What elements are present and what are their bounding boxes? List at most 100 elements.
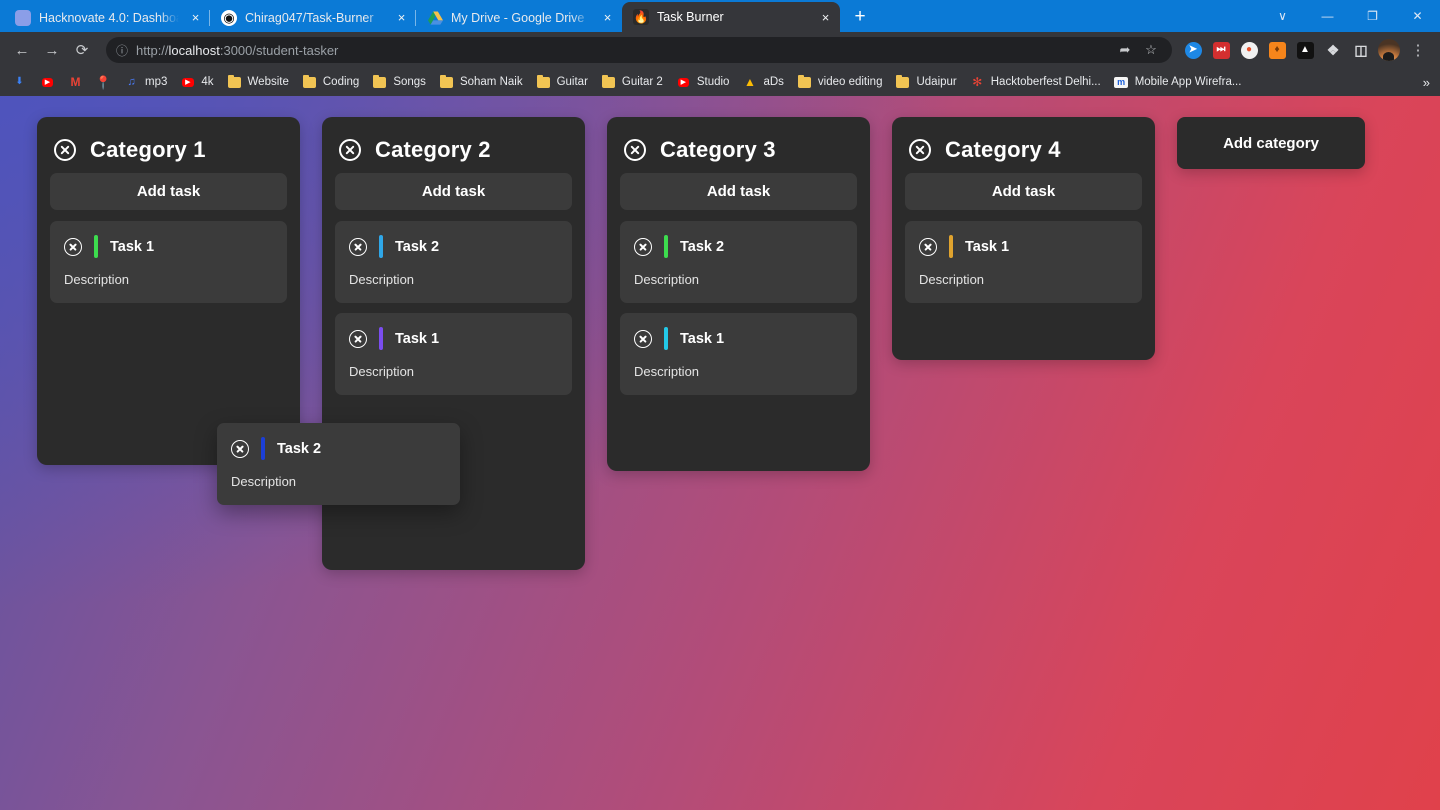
fast-forward-extension-icon[interactable]: ⏭ [1208,37,1234,63]
bookmark-mobile-app-wireframe[interactable]: m Mobile App Wirefra... [1108,72,1248,93]
bookmark-guitar-2[interactable]: Guitar 2 [595,72,669,93]
bookmark-songs[interactable]: Songs [366,72,432,93]
task-card[interactable]: Task 1 Description [620,313,857,395]
task-accent-bar [94,235,98,258]
close-circle-icon[interactable] [634,329,652,348]
task-title: Task 1 [395,330,440,347]
tab-close-button[interactable]: × [187,9,204,26]
metamask-extension-icon[interactable]: ♦ [1264,37,1290,63]
reload-icon[interactable]: ⟳ [68,36,96,64]
bookmark-studio[interactable]: ▶ Studio [670,72,736,93]
folder-icon [302,74,317,90]
close-circle-icon[interactable] [919,237,937,256]
task-title: Task 1 [110,238,155,255]
bookmark-soham-naik[interactable]: Soham Naik [433,72,529,93]
bookmarks-bar: ⬇ ▶ M 📍 ♫ mp3 ▶ 4k Website Coding Songs … [0,68,1440,96]
address-bar[interactable]: ⓘ http://localhost:3000/student-tasker ➦… [106,37,1172,63]
minimize-button[interactable]: — [1305,0,1350,32]
task-accent-bar [949,235,953,258]
bookmark-label: Studio [696,76,730,88]
tab-close-button[interactable]: × [599,9,616,26]
category-title: Category 1 [90,137,206,162]
task-accent-bar [379,327,383,350]
bookmarks-overflow-button[interactable]: » [1417,73,1436,92]
add-task-button[interactable]: Add task [905,173,1142,210]
messenger-extension-icon[interactable]: ➤ [1180,37,1206,63]
task-card[interactable]: Task 2 Description [335,221,572,303]
avatar[interactable] [1376,37,1402,63]
bookmark-mp3[interactable]: ♫ mp3 [118,72,173,93]
add-task-button[interactable]: Add task [335,173,572,210]
tab-close-button[interactable]: × [817,9,834,26]
triangle-extension-icon[interactable]: ▲ [1292,37,1318,63]
category-header: Category 1 [50,131,287,173]
close-circle-icon[interactable] [349,329,367,348]
add-task-button[interactable]: Add task [50,173,287,210]
category-column-1[interactable]: Category 1 Add task Task 1 Description [37,117,300,465]
bookmark-coding[interactable]: Coding [296,72,365,93]
extensions-puzzle-icon[interactable]: ❖ [1320,37,1346,63]
tab-close-button[interactable]: × [393,9,410,26]
add-task-button[interactable]: Add task [620,173,857,210]
back-icon[interactable]: ← [8,36,36,64]
bookmark-video-editing[interactable]: video editing [791,72,889,93]
browser-tab-3[interactable]: My Drive - Google Drive × [415,3,622,32]
tab-title: Task Burner [657,10,724,24]
task-title: Task 1 [680,330,725,347]
task-list: Task 1 Description [50,221,287,303]
bookmark-youtube[interactable]: ▶ [34,72,61,93]
tab-search-button[interactable]: ∨ [1260,0,1305,32]
category-header: Category 4 [905,131,1142,173]
bookmark-4k[interactable]: ▶ 4k [174,72,219,93]
category-column-4[interactable]: Category 4 Add task Task 1 Description [892,117,1155,360]
close-circle-icon[interactable] [64,237,82,256]
maps-icon: 📍 [95,74,112,90]
browser-menu-icon[interactable]: ⋮ [1404,36,1432,64]
bookmark-ads[interactable]: ▲ aDs [736,72,789,93]
close-circle-icon[interactable] [339,139,361,161]
bookmark-website[interactable]: Website [221,72,295,93]
task-header: Task 2 [634,235,843,258]
task-card[interactable]: Task 1 Description [905,221,1142,303]
browser-tab-1[interactable]: Hacknovate 4.0: Dashboard | Dev × [4,3,210,32]
bookmark-label: Mobile App Wirefra... [1134,76,1242,88]
bookmark-guitar[interactable]: Guitar [530,72,594,93]
task-card[interactable]: Task 2 Description [620,221,857,303]
task-header: Task 1 [64,235,273,258]
browser-tab-4-active[interactable]: 🔥 Task Burner × [622,2,840,32]
new-tab-button[interactable]: + [846,3,874,31]
bookmark-label: mp3 [145,76,168,88]
add-category-button[interactable]: Add category [1177,117,1365,169]
close-circle-icon[interactable] [231,439,249,458]
youtube-icon: ▶ [676,75,691,90]
task-description: Description [634,272,700,287]
close-circle-icon[interactable] [624,139,646,161]
info-circle-icon[interactable]: ⓘ [116,42,128,59]
side-panel-icon[interactable]: ◫ [1348,37,1374,63]
bookmark-hacktoberfest[interactable]: ✻ Hacktoberfest Delhi... [964,72,1107,93]
star-icon[interactable]: ☆ [1140,39,1162,61]
close-circle-icon[interactable] [349,237,367,256]
music-icon: ♫ [127,75,136,88]
download-icon: ⬇ [15,76,24,87]
bookmark-label: video editing [817,76,883,88]
close-circle-icon[interactable] [634,237,652,256]
share-icon[interactable]: ➦ [1114,39,1136,61]
bookmark-udaipur[interactable]: Udaipur [889,72,962,93]
close-window-button[interactable]: ✕ [1395,0,1440,32]
bookmark-download[interactable]: ⬇ [6,72,33,93]
browser-tab-2[interactable]: ◉ Chirag047/Task-Burner × [209,3,416,32]
dragging-task-card[interactable]: Task 2 Description [217,423,460,505]
bookmark-gmail[interactable]: M [62,72,89,93]
close-circle-icon[interactable] [909,139,931,161]
forward-icon[interactable]: → [38,36,66,64]
bookmark-maps[interactable]: 📍 [90,72,117,93]
task-card[interactable]: Task 1 Description [50,221,287,303]
close-circle-icon[interactable] [54,139,76,161]
maximize-button[interactable]: ❐ [1350,0,1395,32]
google-drive-icon [427,10,443,26]
task-card[interactable]: Task 1 Description [335,313,572,395]
grammarly-extension-icon[interactable]: ● [1236,37,1262,63]
category-column-3[interactable]: Category 3 Add task Task 2 Description T… [607,117,870,471]
task-accent-bar [664,327,668,350]
